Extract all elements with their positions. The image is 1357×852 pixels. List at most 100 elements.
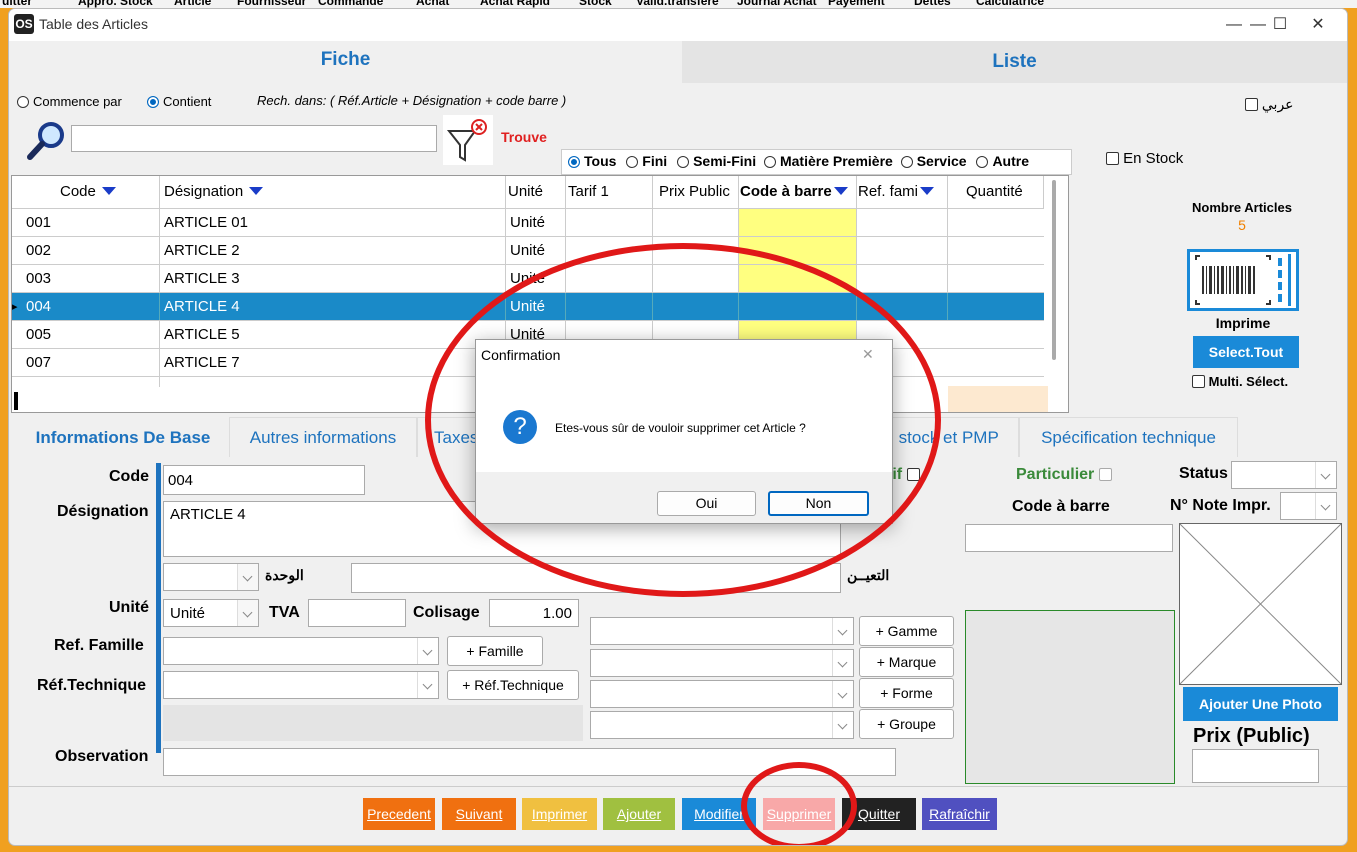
- menu-item[interactable]: Fournisseur: [237, 0, 306, 8]
- minimize-icon: —: [1226, 16, 1242, 33]
- note-impr-select[interactable]: [1280, 492, 1337, 520]
- row-pointer-icon: ▸: [12, 301, 18, 313]
- colisage-field[interactable]: 1.00: [489, 599, 579, 627]
- column-code-barre[interactable]: Code à barre: [739, 176, 857, 208]
- column-quantite[interactable]: Quantité: [948, 176, 1044, 208]
- status-select[interactable]: [1231, 461, 1337, 489]
- particulier-toggle[interactable]: Particulier: [1016, 466, 1112, 484]
- radio-selected-icon: [147, 96, 159, 108]
- menu-item[interactable]: uitter: [2, 0, 32, 8]
- close-icon: ✕: [1311, 16, 1325, 33]
- description-panel[interactable]: [965, 610, 1175, 784]
- tab-specification[interactable]: Spécification technique: [1019, 417, 1238, 457]
- window-title: Table des Articles: [39, 16, 148, 32]
- filter-finished[interactable]: Fini: [626, 153, 667, 169]
- filter-semi-finished[interactable]: Semi-Fini: [677, 153, 756, 169]
- menu-item[interactable]: Appro. Stock: [78, 0, 153, 8]
- add-ref-tech-button[interactable]: + Réf.Technique: [447, 670, 579, 700]
- app-logo: OS: [14, 14, 34, 34]
- highlight-ring-dialog: [425, 243, 941, 597]
- add-gamme-button[interactable]: + Gamme: [859, 616, 954, 646]
- ref-tech-select[interactable]: [163, 671, 439, 699]
- table-row[interactable]: 002 ARTICLE 2 Unité: [12, 236, 1044, 264]
- radio-icon: [976, 156, 989, 168]
- table-row[interactable]: 001 ARTICLE 01 Unité: [12, 208, 1044, 236]
- column-ref-famille[interactable]: Ref. fami: [857, 176, 948, 208]
- code-field[interactable]: 004: [163, 465, 365, 495]
- ref-famille-label: Ref. Famille: [54, 637, 144, 654]
- tab-autres-informations[interactable]: Autres informations: [229, 417, 417, 457]
- barcode-print-icon[interactable]: [1187, 249, 1299, 311]
- tab-informations-base[interactable]: Informations De Base: [17, 417, 229, 457]
- add-marque-button[interactable]: + Marque: [859, 647, 954, 677]
- magnifier-icon[interactable]: [25, 119, 69, 163]
- filter-clear-icon[interactable]: [443, 115, 493, 165]
- filter-other[interactable]: Autre: [976, 153, 1029, 169]
- menu-item[interactable]: Journal Achat: [737, 0, 817, 8]
- print-button[interactable]: Imprimer: [522, 798, 597, 830]
- tva-field[interactable]: [308, 599, 406, 627]
- menu-item[interactable]: Calculatrice: [976, 0, 1044, 8]
- unite-select[interactable]: Unité: [163, 599, 259, 627]
- ref-famille-select[interactable]: [163, 637, 439, 665]
- column-prix-public[interactable]: Prix Public: [653, 176, 739, 208]
- type-filter-group: Tous Fini Semi-Fini Matière Première Ser…: [561, 149, 1072, 175]
- menu-item[interactable]: Achat Rapid: [480, 0, 550, 8]
- add-photo-button[interactable]: Ajouter Une Photo: [1183, 687, 1338, 721]
- menu-item[interactable]: Stock: [579, 0, 612, 8]
- radio-icon: [17, 96, 29, 108]
- sort-arrow-icon: [920, 187, 935, 195]
- checkbox-icon: [1192, 375, 1205, 388]
- select-all-button[interactable]: Select.Tout: [1193, 336, 1299, 368]
- marque-select[interactable]: [590, 649, 854, 677]
- prix-public-field[interactable]: [1192, 749, 1319, 783]
- menu-item[interactable]: Dettes: [914, 0, 951, 8]
- column-code[interactable]: Code: [12, 176, 160, 208]
- add-forme-button[interactable]: + Forme: [859, 678, 954, 708]
- arabic-toggle[interactable]: عربي: [1245, 96, 1294, 113]
- filter-raw-material[interactable]: Matière Première: [763, 153, 893, 169]
- sort-arrow-icon: [833, 187, 848, 195]
- unite-label: Unité: [109, 599, 149, 616]
- multi-select-toggle[interactable]: Multi. Sélect.: [1192, 374, 1288, 389]
- search-mode-contains[interactable]: Contient: [147, 94, 211, 109]
- search-input[interactable]: [71, 125, 437, 152]
- column-designation[interactable]: Désignation: [160, 176, 506, 208]
- add-famille-button[interactable]: + Famille: [447, 636, 543, 666]
- radio-icon: [626, 156, 639, 168]
- chevron-down-icon: [832, 618, 853, 644]
- radio-icon: [763, 156, 776, 168]
- previous-button[interactable]: Precedent: [363, 798, 435, 830]
- table-header: Code Désignation Unité Tarif 1 Prix Publ…: [12, 176, 1044, 209]
- close-button[interactable]: ✕: [1295, 12, 1341, 38]
- column-tarif[interactable]: Tarif 1: [566, 176, 653, 208]
- gamme-select[interactable]: [590, 617, 854, 645]
- prix-public-label: Prix (Public): [1193, 725, 1310, 747]
- table-scrollbar[interactable]: [1052, 180, 1056, 360]
- refresh-button[interactable]: Rafraîchir: [922, 798, 997, 830]
- minimize-button[interactable]: —: [1211, 12, 1257, 38]
- groupe-select[interactable]: [590, 711, 854, 739]
- add-button[interactable]: Ajouter: [603, 798, 675, 830]
- status-label: Status: [1179, 465, 1228, 482]
- code-barre-field[interactable]: [965, 524, 1173, 552]
- menu-item[interactable]: Achat: [416, 0, 449, 8]
- forme-select[interactable]: [590, 680, 854, 708]
- radio-icon: [677, 156, 690, 168]
- tab-fiche[interactable]: Fiche: [9, 41, 682, 83]
- wahda-select[interactable]: [163, 563, 259, 591]
- menu-item[interactable]: Payement: [828, 0, 885, 8]
- add-groupe-button[interactable]: + Groupe: [859, 709, 954, 739]
- column-unite[interactable]: Unité: [506, 176, 566, 208]
- radio-icon: [900, 156, 913, 168]
- search-mode-starts[interactable]: Commence par: [17, 94, 122, 109]
- menu-item[interactable]: Article: [174, 0, 211, 8]
- tab-liste[interactable]: Liste: [682, 41, 1347, 83]
- en-stock-toggle[interactable]: En Stock: [1106, 150, 1183, 167]
- next-button[interactable]: Suivant: [442, 798, 516, 830]
- chevron-down-icon: [417, 672, 438, 698]
- filter-service[interactable]: Service: [900, 153, 967, 169]
- menu-item[interactable]: Commande: [318, 0, 383, 8]
- menu-item[interactable]: Valid.transfére: [636, 0, 719, 8]
- filter-all[interactable]: Tous: [568, 153, 616, 169]
